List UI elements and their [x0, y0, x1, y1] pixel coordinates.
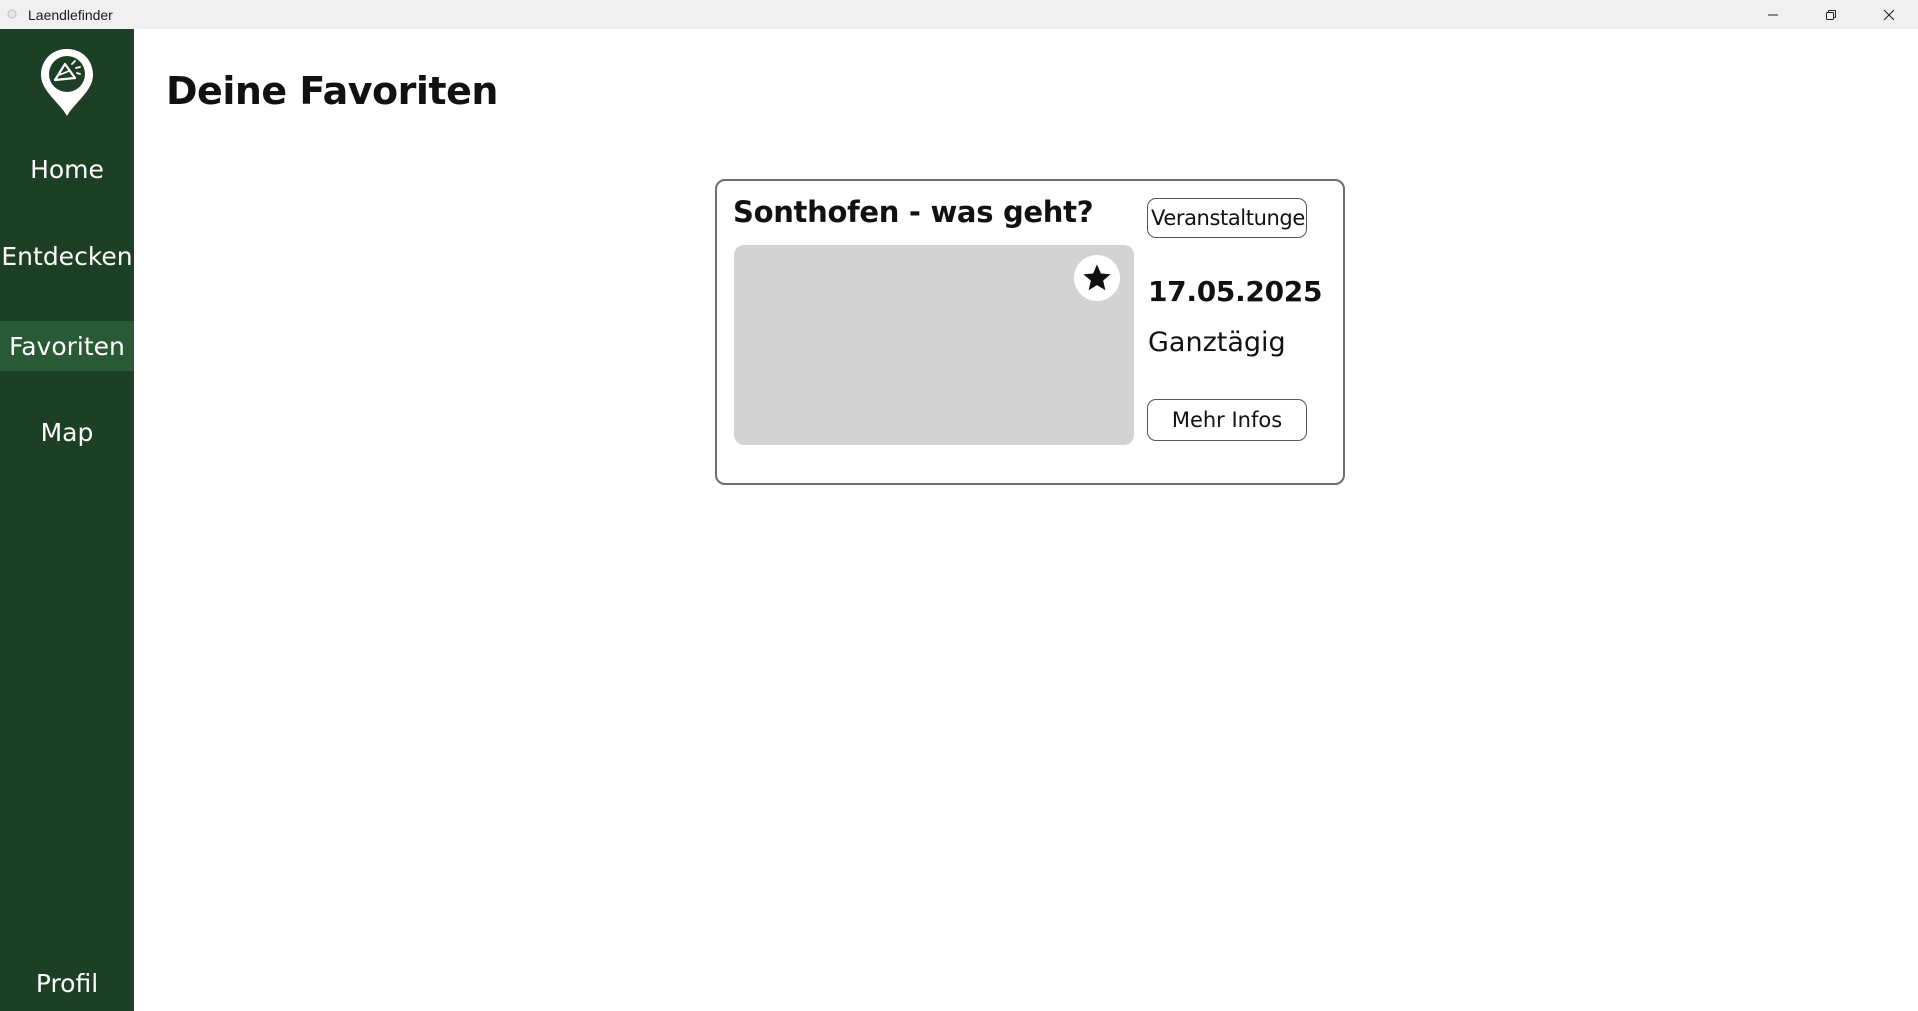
sidebar-item-label: Entdecken	[1, 241, 133, 271]
event-image-placeholder	[734, 245, 1134, 445]
minimize-button[interactable]	[1744, 0, 1802, 29]
window-title: Laendlefinder	[28, 6, 113, 23]
sidebar: Home Entdecken Favoriten Map Profil	[0, 29, 134, 1011]
title-bar: Laendlefinder	[0, 0, 1918, 29]
restore-button[interactable]	[1802, 0, 1860, 29]
sidebar-item-label: Home	[30, 154, 104, 184]
star-icon	[1083, 264, 1111, 291]
event-time: Ganztägig	[1148, 327, 1286, 358]
app-window: Laendlefinder Home Entdecken Favoriten M…	[0, 0, 1918, 1011]
event-title: Sonthofen - was geht?	[733, 195, 1094, 229]
sidebar-item-home[interactable]: Home	[0, 144, 134, 194]
sidebar-item-entdecken[interactable]: Entdecken	[0, 231, 134, 281]
sidebar-item-map[interactable]: Map	[0, 407, 134, 457]
sidebar-item-profil[interactable]: Profil	[0, 958, 134, 1008]
event-date: 17.05.2025	[1148, 275, 1323, 308]
app-icon	[6, 9, 18, 21]
window-controls	[1744, 0, 1918, 29]
favorite-event-card: Sonthofen - was geht? Veranstaltungen 17…	[715, 179, 1345, 485]
close-icon	[1883, 9, 1895, 20]
sidebar-item-label: Favoriten	[9, 331, 125, 361]
close-button[interactable]	[1860, 0, 1918, 29]
page-title: Deine Favoriten	[166, 69, 498, 113]
minimize-icon	[1768, 14, 1778, 15]
app-logo[interactable]	[38, 47, 96, 119]
category-button[interactable]: Veranstaltungen	[1147, 198, 1307, 238]
sidebar-item-label: Profil	[35, 968, 99, 998]
restore-icon	[1826, 9, 1836, 20]
location-pin-logo-icon	[41, 49, 93, 116]
sidebar-item-label: Map	[40, 417, 94, 447]
favorite-toggle-button[interactable]	[1074, 255, 1120, 301]
more-info-button[interactable]: Mehr Infos	[1147, 399, 1307, 441]
sidebar-item-favoriten[interactable]: Favoriten	[0, 321, 134, 371]
